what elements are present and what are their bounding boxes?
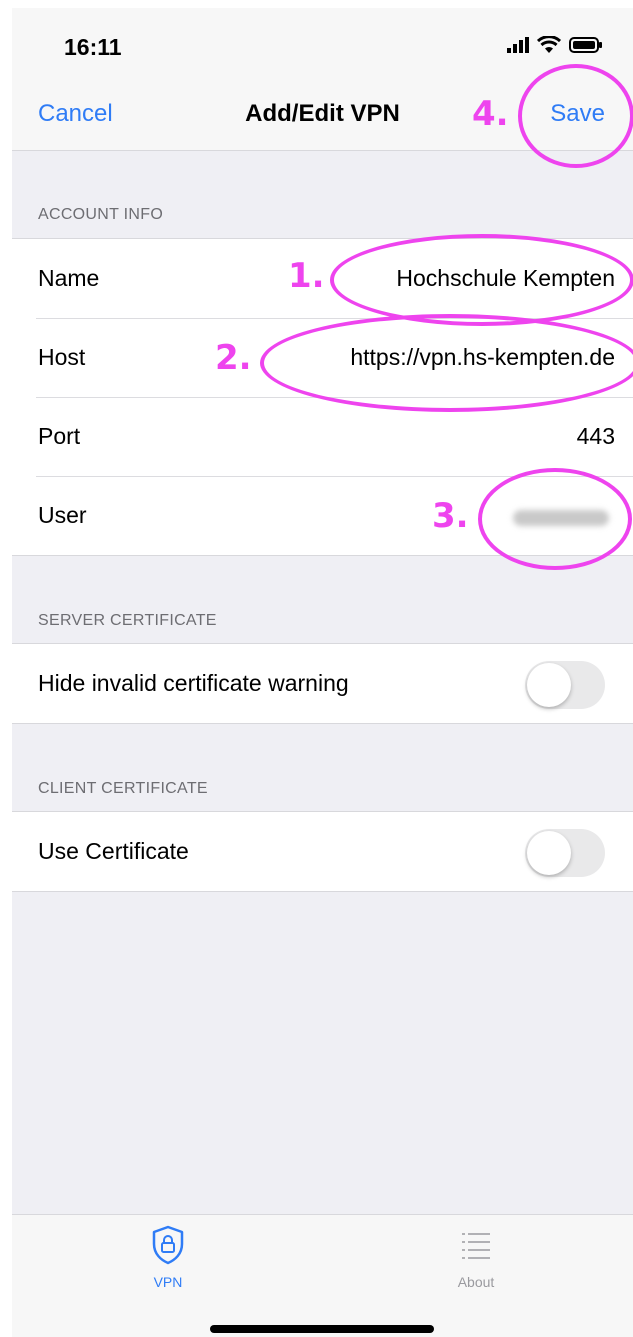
status-time: 16:11 [64, 34, 122, 60]
shield-lock-icon [152, 1225, 184, 1265]
wifi-icon [537, 36, 561, 53]
port-row[interactable]: Port 443 [12, 397, 633, 476]
server-certificate-group: Hide invalid certificate warning [12, 643, 633, 724]
toggle-knob [527, 831, 571, 875]
host-label: Host [38, 344, 86, 370]
section-header-account-info: ACCOUNT INFO [38, 206, 164, 223]
hide-invalid-cert-toggle[interactable] [525, 661, 605, 709]
annotation-ring-host [260, 314, 633, 412]
section-header-server-certificate: SERVER CERTIFICATE [38, 612, 217, 629]
tab-about-label: About [457, 1274, 495, 1290]
list-icon [462, 1233, 490, 1259]
user-label: User [38, 502, 87, 528]
client-certificate-group: Use Certificate [12, 811, 633, 892]
cellular-signal-icon [507, 37, 529, 53]
use-certificate-toggle[interactable] [525, 829, 605, 877]
use-certificate-label: Use Certificate [38, 838, 189, 864]
battery-icon [569, 37, 602, 53]
name-label: Name [38, 265, 100, 291]
hide-invalid-cert-label: Hide invalid certificate warning [38, 670, 349, 696]
use-certificate-row: Use Certificate [12, 812, 633, 891]
tab-bar: VPN About [12, 1214, 633, 1337]
tab-vpn[interactable]: VPN [88, 1225, 248, 1290]
annotation-ring-name [330, 234, 633, 326]
annotation-number-4: 4. [472, 94, 509, 134]
annotation-number-3: 3. [432, 496, 469, 536]
tab-about[interactable]: About [396, 1225, 556, 1290]
tab-vpn-label: VPN [153, 1274, 183, 1290]
port-field[interactable]: 443 [577, 423, 615, 450]
hide-invalid-cert-row: Hide invalid certificate warning [12, 644, 633, 723]
section-header-client-certificate: CLIENT CERTIFICATE [38, 780, 208, 797]
toggle-knob [527, 663, 571, 707]
vpn-edit-screen: 16:11 Cancel Add/Edit VPN Save ACCOUNT I… [12, 8, 633, 1337]
annotation-number-2: 2. [215, 338, 252, 378]
annotation-ring-user [478, 468, 632, 570]
port-label: Port [38, 423, 81, 449]
annotation-ring-save [518, 64, 633, 168]
home-indicator [210, 1325, 434, 1333]
annotation-number-1: 1. [288, 256, 325, 296]
status-icons [507, 36, 603, 54]
